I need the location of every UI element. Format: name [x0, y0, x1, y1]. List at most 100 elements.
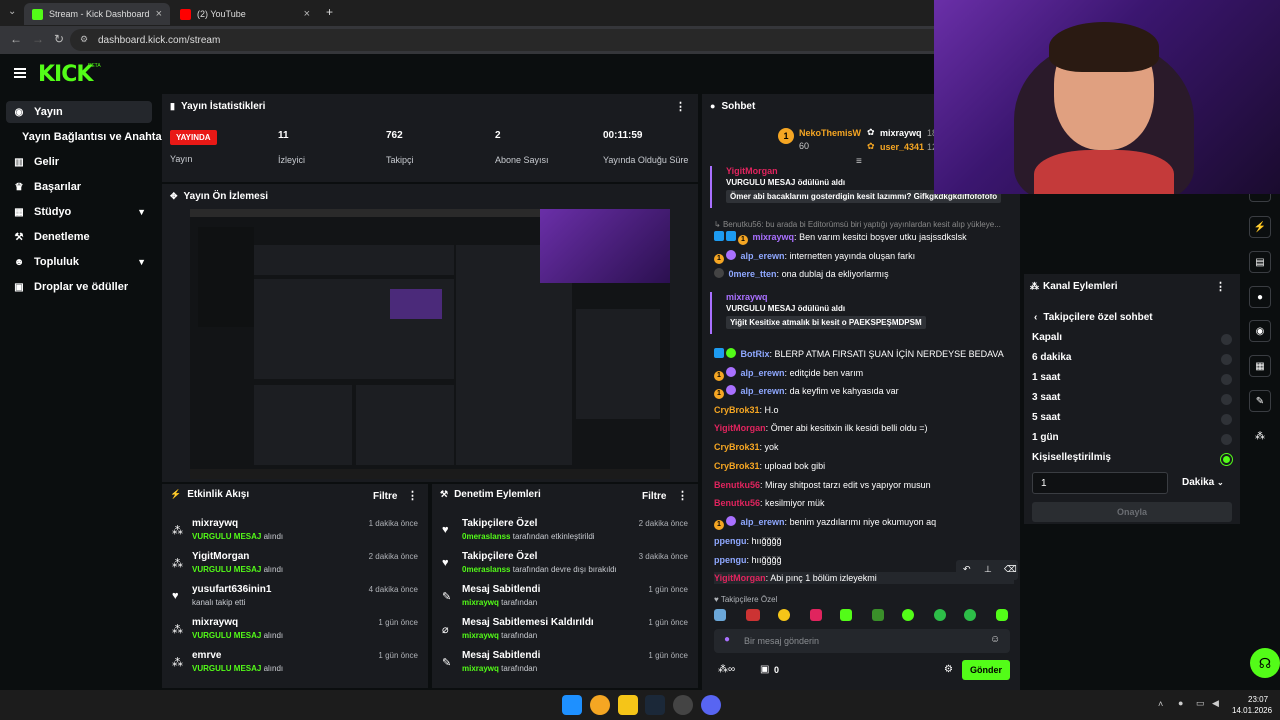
reload-icon[interactable]: ↻: [54, 32, 64, 46]
sidebar-item-community[interactable]: ☻ Topluluk ▼: [6, 251, 152, 273]
emote-icon[interactable]: [810, 609, 822, 621]
broadcast-icon[interactable]: ◉: [1249, 320, 1271, 342]
moderator-name[interactable]: 0meraslanss: [462, 565, 510, 574]
option-6min[interactable]: 6 dakika: [1032, 352, 1232, 370]
sidebar-item-revenue[interactable]: ▥ Gelir: [6, 151, 152, 173]
bolt-icon[interactable]: ⚡: [1249, 216, 1271, 238]
chat-username[interactable]: BotRix: [741, 349, 770, 359]
sidebar-item-stream-key[interactable]: Yayın Bağlantısı ve Anahtarı: [16, 126, 169, 148]
close-icon[interactable]: ×: [304, 8, 310, 20]
forward-icon[interactable]: →: [32, 32, 44, 46]
chat-username[interactable]: mixraywq: [753, 232, 795, 242]
clipboard-icon[interactable]: ▤: [1249, 251, 1271, 273]
kick-gift-icon[interactable]: ⁂: [1249, 425, 1271, 447]
chat-settings-icon[interactable]: ⚙: [944, 664, 953, 675]
tab-list-icon[interactable]: ⌄: [8, 6, 16, 17]
chat-username[interactable]: Benutku56: [714, 498, 760, 508]
chat-username[interactable]: Benutku56: [714, 480, 760, 490]
send-button[interactable]: Gönder: [962, 660, 1010, 680]
custom-duration-input[interactable]: 1: [1032, 472, 1168, 494]
sidebar-item-drops[interactable]: ▣ Droplar ve ödüller: [6, 276, 152, 298]
moderator-name[interactable]: mixraywq: [462, 598, 499, 607]
radio-button[interactable]: [1221, 354, 1232, 365]
emote-icon[interactable]: [996, 609, 1008, 621]
filter-button[interactable]: Filtre: [642, 491, 666, 502]
reply-icon[interactable]: ↶: [963, 564, 971, 575]
chat-username[interactable]: ppengu: [714, 555, 747, 565]
kick-logo[interactable]: KICK: [38, 62, 93, 87]
more-options-icon[interactable]: ⋮: [1215, 280, 1226, 293]
layout-icon[interactable]: ▦: [1249, 355, 1271, 377]
moderator-name[interactable]: 0meraslanss: [462, 532, 510, 541]
more-options-icon[interactable]: ⋮: [407, 489, 418, 502]
file-explorer-icon[interactable]: [618, 695, 638, 715]
site-info-icon[interactable]: ⚙: [80, 34, 88, 45]
emoji-icon[interactable]: ☺: [990, 634, 1000, 645]
sidebar-item-stream[interactable]: ◉ Yayın: [6, 101, 152, 123]
chat-bubble-icon[interactable]: ●: [1249, 286, 1271, 308]
chat-username[interactable]: CryBrok31: [714, 442, 760, 452]
obs-icon[interactable]: [673, 695, 693, 715]
wrench-icon[interactable]: ✎: [1249, 390, 1271, 412]
network-icon[interactable]: ▭: [1196, 698, 1205, 709]
chat-username[interactable]: CryBrok31: [714, 405, 760, 415]
filter-button[interactable]: Filtre: [373, 491, 397, 502]
radio-button[interactable]: [1221, 334, 1232, 345]
volume-icon[interactable]: ◀: [1212, 698, 1219, 709]
close-icon[interactable]: ×: [156, 8, 162, 20]
chat-username[interactable]: alp_erewn: [741, 517, 785, 527]
emote-icon[interactable]: [778, 609, 790, 621]
emote-icon[interactable]: [964, 609, 976, 621]
top-gifter-name[interactable]: user_4341: [880, 142, 924, 152]
radio-button[interactable]: [1221, 394, 1232, 405]
new-tab-icon[interactable]: +: [326, 5, 333, 19]
support-icon[interactable]: ☊: [1250, 648, 1280, 678]
tab-kick-dashboard[interactable]: Stream - Kick Dashboard ×: [24, 3, 170, 25]
chat-username[interactable]: ppengu: [714, 536, 747, 546]
back-link[interactable]: ‹ Takipçilere özel sohbet: [1034, 312, 1153, 323]
option-custom[interactable]: Kişiselleştirilmiş: [1032, 452, 1232, 470]
chat-username[interactable]: YigitMorgan: [714, 573, 766, 583]
clock-time[interactable]: 23:07: [1248, 695, 1268, 704]
chat-input[interactable]: ● Bir mesaj gönderin ☺: [714, 629, 1010, 653]
activity-user[interactable]: YigitMorgan: [192, 551, 249, 562]
option-5h[interactable]: 5 saat: [1032, 412, 1232, 430]
delete-icon[interactable]: ⌫: [1004, 564, 1017, 575]
windows-start-icon[interactable]: [562, 695, 582, 715]
kick-points-icon[interactable]: ⁂∞: [718, 664, 735, 675]
moderator-name[interactable]: mixraywq: [462, 664, 499, 673]
mic-icon[interactable]: ●: [1178, 698, 1183, 708]
mic-icon[interactable]: ●: [724, 634, 730, 645]
tab-youtube[interactable]: (2) YouTube ×: [172, 3, 318, 25]
chrome-icon[interactable]: [590, 695, 610, 715]
sidebar-item-moderation[interactable]: ⚒ Denetleme: [6, 226, 152, 248]
option-3h[interactable]: 3 saat: [1032, 392, 1232, 410]
chat-username[interactable]: alp_erewn: [741, 386, 785, 396]
top-gifter-name[interactable]: NekoThemisW: [799, 128, 861, 138]
chevron-up-icon[interactable]: ˄: [1158, 699, 1163, 709]
back-icon[interactable]: ←: [10, 32, 22, 46]
reply-preview[interactable]: ↳ Benutku56: bu arada bi Editorümsü biri…: [714, 219, 1014, 231]
gift-user[interactable]: mixraywq: [726, 292, 1014, 302]
chat-username[interactable]: alp_erewn: [741, 251, 785, 261]
option-off[interactable]: Kapalı: [1032, 332, 1232, 350]
unit-select[interactable]: Dakika ⌄: [1182, 477, 1224, 488]
chat-username[interactable]: alp_erewn: [741, 368, 785, 378]
chat-username[interactable]: 0mere_tten: [729, 269, 777, 279]
pin-icon[interactable]: ⊥: [984, 564, 992, 575]
confirm-button[interactable]: Onayla: [1032, 502, 1232, 522]
emote-icon[interactable]: [746, 609, 760, 621]
more-options-icon[interactable]: ⋮: [677, 489, 688, 502]
sidebar-item-studio[interactable]: ▦ Stüdyo ▼: [6, 201, 152, 223]
activity-user[interactable]: yusufart636inin1: [192, 584, 271, 595]
more-options-icon[interactable]: ⋮: [675, 100, 686, 113]
activity-user[interactable]: mixraywq: [192, 518, 238, 529]
moderator-name[interactable]: mixraywq: [462, 631, 499, 640]
chat-username[interactable]: CryBrok31: [714, 461, 760, 471]
activity-user[interactable]: emrve: [192, 650, 221, 661]
gift-box-icon[interactable]: ▣: [760, 664, 769, 675]
clock-date[interactable]: 14.01.2026: [1232, 706, 1272, 715]
steam-icon[interactable]: [645, 695, 665, 715]
radio-button-selected[interactable]: [1221, 454, 1232, 465]
activity-user[interactable]: mixraywq: [192, 617, 238, 628]
